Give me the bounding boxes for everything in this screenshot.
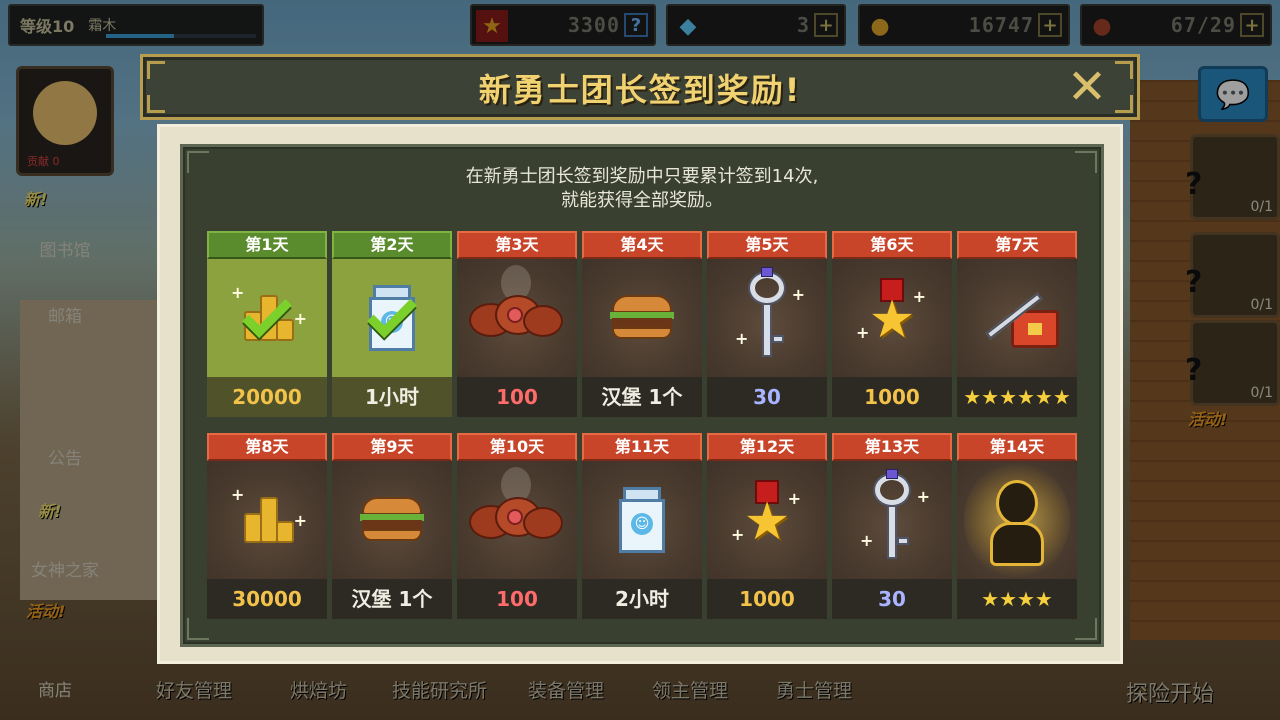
silver-key-icon — [742, 267, 792, 363]
reward-item: + + — [832, 461, 952, 579]
description-line-2: 就能获得全部奖励。 — [561, 190, 723, 211]
reward-day-7[interactable]: 第7天 ★★★★★★ — [957, 231, 1077, 419]
reward-item — [332, 461, 452, 579]
signin-reward-modal: 新勇士团长签到奖励! ✕ 在新勇士团长签到奖励中只要累计签到14次, 就能获得全… — [140, 54, 1140, 682]
day-label: 第6天 — [832, 231, 952, 259]
reward-day-13[interactable]: 第13天 + +30 — [832, 433, 952, 621]
reward-item — [457, 259, 577, 377]
day-label: 第9天 — [332, 433, 452, 461]
reward-item: + + — [207, 259, 327, 377]
day-label: 第1天 — [207, 231, 327, 259]
day-label: 第7天 — [957, 231, 1077, 259]
reward-day-6[interactable]: 第6天 ★ + +1000 — [832, 231, 952, 419]
description-line-1: 在新勇士团长签到奖励中只要累计签到14次, — [465, 166, 819, 187]
reward-day-2[interactable]: 第2天 ☺ 1小时 — [332, 231, 452, 419]
day-label: 第13天 — [832, 433, 952, 461]
reward-amount: ★★★★★★ — [957, 377, 1077, 417]
reward-panel: 在新勇士团长签到奖励中只要累计签到14次, 就能获得全部奖励。 第1天 + +200… — [180, 144, 1104, 647]
day-label: 第11天 — [582, 433, 702, 461]
reward-item: ☺ — [582, 461, 702, 579]
reward-day-10[interactable]: 第10天 100 — [457, 433, 577, 621]
reward-day-14[interactable]: 第14天 ★★★★ — [957, 433, 1077, 621]
gold-coins-icon — [238, 491, 296, 549]
reward-item: ☺ — [332, 259, 452, 377]
burger-icon — [360, 497, 424, 543]
reward-item — [582, 259, 702, 377]
day-label: 第12天 — [707, 433, 827, 461]
reward-amount: 1小时 — [332, 377, 452, 417]
reward-day-4[interactable]: 第4天汉堡 1个 — [582, 231, 702, 419]
reward-grid: 第1天 + +20000 第2天 ☺ 1小时 第3天 100 第4天 汉堡 1个 第5天 + +30 第6… — [207, 231, 1077, 621]
milk-carton-icon: ☺ — [619, 487, 665, 553]
steak-icon — [469, 295, 565, 341]
steak-icon — [469, 497, 565, 543]
day-label: 第10天 — [457, 433, 577, 461]
reward-day-11[interactable]: 第11天 ☺ 2小时 — [582, 433, 702, 621]
day-label: 第8天 — [207, 433, 327, 461]
modal-body: 在新勇士团长签到奖励中只要累计签到14次, 就能获得全部奖励。 第1天 + +200… — [157, 124, 1123, 664]
reward-amount: 2小时 — [582, 579, 702, 619]
reward-description: 在新勇士团长签到奖励中只要累计签到14次, 就能获得全部奖励。 — [183, 165, 1101, 213]
reward-amount: 100 — [457, 579, 577, 619]
reward-item: + + — [207, 461, 327, 579]
day-label: 第3天 — [457, 231, 577, 259]
reward-amount: 30 — [707, 377, 827, 417]
reward-day-12[interactable]: 第12天 ★ + +1000 — [707, 433, 827, 621]
reward-amount: ★★★★ — [957, 579, 1077, 619]
reward-item — [957, 461, 1077, 579]
reward-amount: 100 — [457, 377, 577, 417]
reward-day-1[interactable]: 第1天 + +20000 — [207, 231, 327, 419]
star-medal-icon: ★ — [739, 480, 795, 560]
day-label: 第5天 — [707, 231, 827, 259]
mystery-hero-icon — [964, 461, 1070, 579]
reward-amount: 1000 — [832, 377, 952, 417]
close-button[interactable]: ✕ — [1063, 63, 1111, 111]
modal-header: 新勇士团长签到奖励! ✕ — [140, 54, 1140, 120]
reward-day-9[interactable]: 第9天汉堡 1个 — [332, 433, 452, 621]
reward-amount: 汉堡 1个 — [332, 579, 452, 619]
reward-amount: 30000 — [207, 579, 327, 619]
reward-item: + + — [707, 259, 827, 377]
silver-key-icon — [867, 469, 917, 565]
reward-amount: 汉堡 1个 — [582, 377, 702, 417]
reward-amount: 30 — [832, 579, 952, 619]
close-icon: ✕ — [1066, 59, 1108, 115]
equipment-chest-icon — [975, 288, 1059, 348]
reward-amount: 20000 — [207, 377, 327, 417]
reward-day-5[interactable]: 第5天 + +30 — [707, 231, 827, 419]
reward-item: ★ + + — [707, 461, 827, 579]
reward-item: ★ + + — [832, 259, 952, 377]
day-label: 第4天 — [582, 231, 702, 259]
day-label: 第14天 — [957, 433, 1077, 461]
modal-title: 新勇士团长签到奖励! — [478, 71, 802, 109]
reward-day-8[interactable]: 第8天 + +30000 — [207, 433, 327, 621]
reward-day-3[interactable]: 第3天 100 — [457, 231, 577, 419]
reward-item — [457, 461, 577, 579]
star-medal-icon: ★ — [864, 278, 920, 358]
burger-icon — [610, 295, 674, 341]
reward-amount: 1000 — [707, 579, 827, 619]
reward-item — [957, 259, 1077, 377]
day-label: 第2天 — [332, 231, 452, 259]
